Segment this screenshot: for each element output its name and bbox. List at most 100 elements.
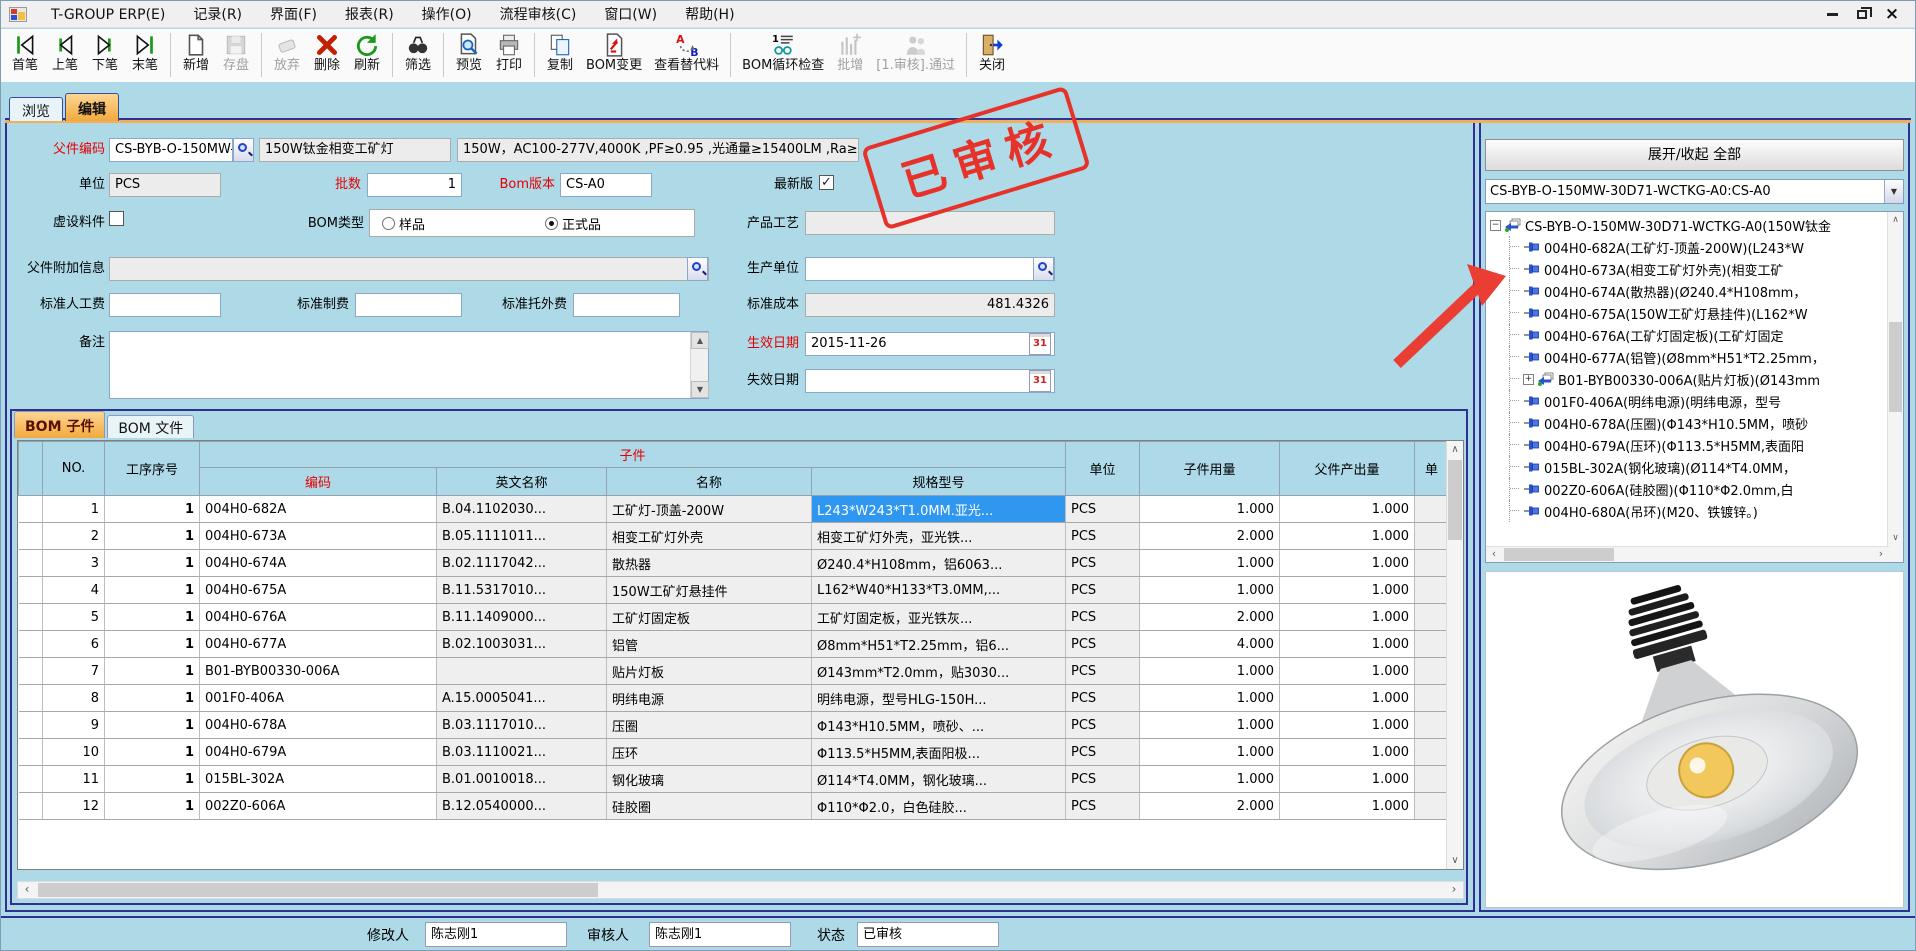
toolbar-button-copy[interactable]: 复制 [540, 31, 580, 75]
cell-eng[interactable]: B.11.5317010... [437, 577, 607, 604]
cell-eng[interactable]: B.01.0010018... [437, 766, 607, 793]
scroll-down-icon[interactable]: ▼ [691, 381, 709, 398]
cell-proc[interactable]: 1 [105, 604, 200, 631]
scroll-down-icon[interactable]: ∨ [1447, 852, 1463, 869]
cell-spec[interactable]: 工矿灯固定板，亚光铁灰... [812, 604, 1066, 631]
cell-unit[interactable]: PCS [1066, 766, 1140, 793]
cell-out[interactable]: 1.000 [1280, 577, 1415, 604]
cell-unit[interactable]: PCS [1066, 712, 1140, 739]
scrollbar-thumb[interactable] [1448, 460, 1462, 540]
col-header-extra[interactable]: 单 [1415, 442, 1449, 496]
cell-spec[interactable]: 相变工矿灯外壳，亚光铁... [812, 523, 1066, 550]
cell-extra[interactable] [1415, 766, 1449, 793]
cell-qty[interactable]: 2.000 [1140, 604, 1280, 631]
bom-type-option-sample[interactable]: 样品 [382, 214, 425, 233]
bom-version-dropdown[interactable]: CS-BYB-O-150MW-30D71-WCTKG-A0:CS-A0 ▼ [1485, 179, 1904, 204]
cell-code[interactable]: 015BL-302A [200, 766, 437, 793]
table-row[interactable]: 91004H0-678AB.03.1117010...压圈Φ143*H10.5M… [19, 712, 1449, 739]
cell-extra[interactable] [1415, 739, 1449, 766]
close-button[interactable]: × [1877, 3, 1907, 25]
cell-extra[interactable] [1415, 793, 1449, 820]
cell-sel[interactable] [19, 712, 43, 739]
cell-proc[interactable]: 1 [105, 550, 200, 577]
cell-extra[interactable] [1415, 496, 1449, 523]
col-header-name[interactable]: 名称 [607, 468, 812, 496]
cell-sel[interactable] [19, 631, 43, 658]
cell-spec[interactable]: Ø8mm*H51*T2.25mm，铝6... [812, 631, 1066, 658]
cell-qty[interactable]: 1.000 [1140, 658, 1280, 685]
scroll-left-icon[interactable]: ‹ [18, 882, 36, 898]
cell-name[interactable]: 150W工矿灯悬挂件 [607, 577, 812, 604]
cell-no[interactable]: 12 [43, 793, 105, 820]
cell-sel[interactable] [19, 604, 43, 631]
toolbar-button-close-form[interactable]: 关闭 [972, 31, 1012, 75]
cell-code[interactable]: 004H0-678A [200, 712, 437, 739]
cell-proc[interactable]: 1 [105, 739, 200, 766]
bom-type-option-official[interactable]: 正式品 [545, 214, 601, 233]
effective-date-input[interactable]: 2015-11-26 [805, 332, 1055, 356]
expand-collapse-all-button[interactable]: 展开/收起 全部 [1485, 139, 1904, 171]
cell-name[interactable]: 铝管 [607, 631, 812, 658]
menu-item[interactable]: T-GROUP ERP(E) [37, 4, 179, 26]
cell-proc[interactable]: 1 [105, 766, 200, 793]
cell-qty[interactable]: 1.000 [1140, 550, 1280, 577]
cell-sel[interactable] [19, 766, 43, 793]
cell-unit[interactable]: PCS [1066, 631, 1140, 658]
cell-spec[interactable]: Φ143*H10.5MM，喷砂、... [812, 712, 1066, 739]
scroll-up-icon[interactable]: ∧ [1447, 441, 1463, 458]
tree-node[interactable]: 004H0-677A(铝管)(Ø8mm*H51*T2.25mm， [1486, 346, 1870, 368]
cell-sel[interactable] [19, 793, 43, 820]
cell-no[interactable]: 6 [43, 631, 105, 658]
cell-spec[interactable]: Φ113.5*H5MM,表面阳极... [812, 739, 1066, 766]
latest-version-checkbox[interactable]: ✓ [819, 175, 834, 190]
cell-no[interactable]: 4 [43, 577, 105, 604]
tree-node[interactable]: 002Z0-606A(硅胶圈)(Φ110*Φ2.0mm,白 [1486, 478, 1870, 500]
table-vertical-scrollbar[interactable]: ∧ ∨ [1446, 441, 1463, 869]
tab-browse[interactable]: 浏览 [9, 97, 63, 121]
remark-textarea[interactable]: ▲ ▼ [109, 331, 709, 399]
table-row[interactable]: 71B01-BYB00330-006A贴片灯板Ø143mm*T2.0mm，贴30… [19, 658, 1449, 685]
restore-button[interactable] [1847, 3, 1877, 25]
cell-unit[interactable]: PCS [1066, 550, 1140, 577]
table-row[interactable]: 101004H0-679AB.03.1110021...压环Φ113.5*H5M… [19, 739, 1449, 766]
cell-proc[interactable]: 1 [105, 523, 200, 550]
cell-out[interactable]: 1.000 [1280, 766, 1415, 793]
tree-node[interactable]: 015BL-302A(钢化玻璃)(Ø114*T4.0MM， [1486, 456, 1870, 478]
cell-name[interactable]: 压圈 [607, 712, 812, 739]
cell-out[interactable]: 1.000 [1280, 523, 1415, 550]
tree-vertical-scrollbar[interactable]: ∧ ∨ [1887, 212, 1903, 562]
cell-proc[interactable]: 1 [105, 793, 200, 820]
cell-name[interactable]: 钢化玻璃 [607, 766, 812, 793]
tree-node[interactable]: +B01-BYB00330-006A(贴片灯板)(Ø143mm [1486, 368, 1870, 390]
cell-proc[interactable]: 1 [105, 577, 200, 604]
cell-proc[interactable]: 1 [105, 658, 200, 685]
toolbar-button-refresh[interactable]: 刷新 [347, 31, 387, 75]
remark-scrollbar[interactable]: ▲ ▼ [690, 332, 708, 398]
cell-code[interactable]: 002Z0-606A [200, 793, 437, 820]
cell-proc[interactable]: 1 [105, 496, 200, 523]
cell-no[interactable]: 11 [43, 766, 105, 793]
cell-unit[interactable]: PCS [1066, 577, 1140, 604]
table-horizontal-scrollbar[interactable]: ‹ › [17, 881, 1464, 899]
cell-spec[interactable]: Ø240.4*H108mm，铝6063... [812, 550, 1066, 577]
subtab-bom-children[interactable]: BOM 子件 [14, 411, 105, 438]
cell-sel[interactable] [19, 577, 43, 604]
dummy-part-checkbox[interactable] [109, 211, 124, 226]
cell-eng[interactable]: B.04.1102030... [437, 496, 607, 523]
cell-eng[interactable]: B.02.1003031... [437, 631, 607, 658]
cell-no[interactable]: 5 [43, 604, 105, 631]
cell-extra[interactable] [1415, 604, 1449, 631]
tree-node[interactable]: 004H0-676A(工矿灯固定板)(工矿灯固定 [1486, 324, 1870, 346]
expire-date-input[interactable] [805, 369, 1055, 393]
toolbar-button-bom-change[interactable]: BOM变更 [580, 31, 648, 75]
menu-item[interactable]: 界面(F) [256, 4, 331, 26]
toolbar-button-filter[interactable]: 筛选 [398, 31, 438, 75]
col-header-out[interactable]: 父件产出量 [1280, 442, 1415, 496]
cell-code[interactable]: 004H0-675A [200, 577, 437, 604]
tree-node[interactable]: 004H0-675A(150W工矿灯悬挂件)(L162*W [1486, 302, 1870, 324]
table-row[interactable]: 61004H0-677AB.02.1003031...铝管Ø8mm*H51*T2… [19, 631, 1449, 658]
cell-unit[interactable]: PCS [1066, 604, 1140, 631]
table-row[interactable]: 11004H0-682AB.04.1102030...工矿灯-顶盖-200WL2… [19, 496, 1449, 523]
cell-out[interactable]: 1.000 [1280, 496, 1415, 523]
parent-extra-lookup-button[interactable] [687, 257, 708, 281]
